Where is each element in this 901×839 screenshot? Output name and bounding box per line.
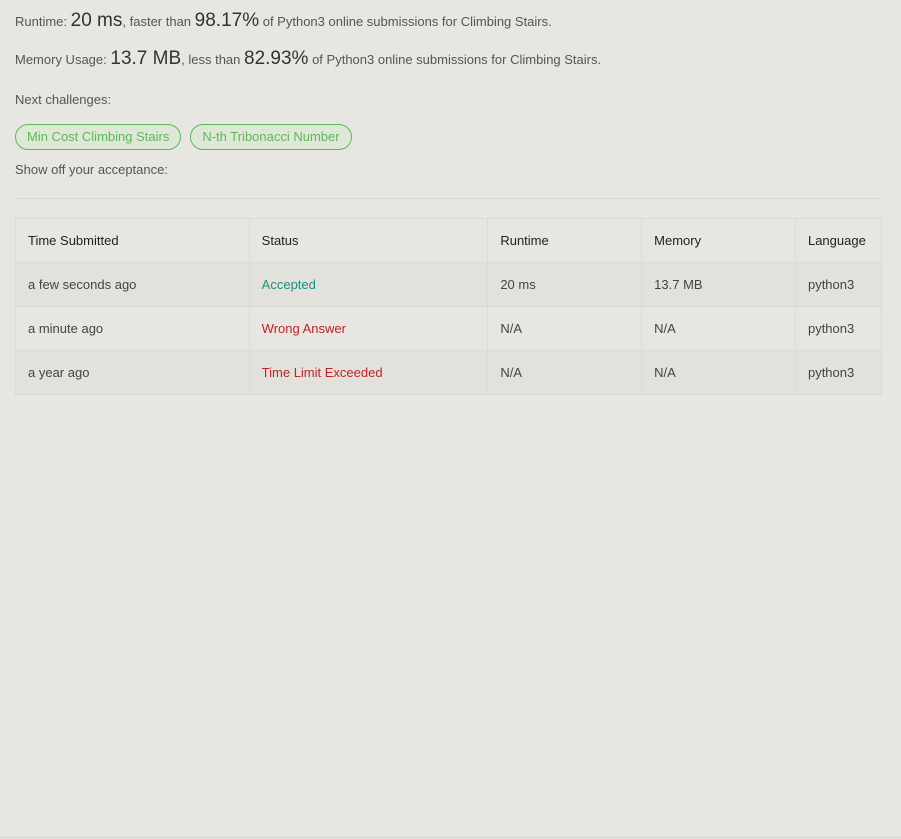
cell-language: python3 xyxy=(794,306,883,351)
cell-runtime: 20 ms xyxy=(487,262,643,307)
cell-time-submitted: a few seconds ago xyxy=(15,262,250,307)
show-off-label: Show off your acceptance: xyxy=(15,162,168,177)
memory-label: Memory Usage: xyxy=(15,52,111,67)
status-link-accepted[interactable]: Accepted xyxy=(262,277,316,292)
cell-runtime: N/A xyxy=(487,350,643,395)
memory-suffix: of Python3 online submissions for Climbi… xyxy=(308,52,602,67)
cell-language: python3 xyxy=(794,350,883,395)
runtime-value: 20 ms xyxy=(70,10,123,31)
column-header-runtime: Runtime xyxy=(487,218,643,263)
cell-memory: 13.7 MB xyxy=(641,262,796,307)
cell-language: python3 xyxy=(794,262,883,307)
cell-memory: N/A xyxy=(641,306,796,351)
cell-runtime: N/A xyxy=(487,306,643,351)
table-row: a year ago Time Limit Exceeded N/A N/A p… xyxy=(15,350,883,395)
cell-memory: N/A xyxy=(641,350,796,395)
status-link-time-limit-exceeded[interactable]: Time Limit Exceeded xyxy=(262,365,383,380)
cell-time-submitted: a minute ago xyxy=(15,306,250,351)
status-link-wrong-answer[interactable]: Wrong Answer xyxy=(262,321,346,336)
submissions-table: Time Submitted Status Runtime Memory Lan… xyxy=(15,218,883,395)
memory-summary: Memory Usage: 13.7 MB, less than 82.93% … xyxy=(15,48,602,69)
memory-percentile: 82.93% xyxy=(244,48,309,69)
cell-status: Time Limit Exceeded xyxy=(248,350,489,395)
cell-time-submitted: a year ago xyxy=(15,350,250,395)
memory-value: 13.7 MB xyxy=(110,48,182,69)
table-row: a minute ago Wrong Answer N/A N/A python… xyxy=(15,306,883,351)
runtime-suffix: of Python3 online submissions for Climbi… xyxy=(259,14,552,29)
page-bottom-border xyxy=(0,837,901,838)
memory-comparison-text: , less than xyxy=(181,52,245,67)
runtime-comparison-text: , faster than xyxy=(122,14,195,29)
next-challenges-list: Min Cost Climbing Stairs N-th Tribonacci… xyxy=(15,124,352,150)
next-challenges-label: Next challenges: xyxy=(15,92,112,107)
column-header-status: Status xyxy=(248,218,489,263)
table-row: a few seconds ago Accepted 20 ms 13.7 MB… xyxy=(15,262,883,307)
cell-status: Accepted xyxy=(248,262,489,307)
column-header-time-submitted: Time Submitted xyxy=(15,218,250,263)
runtime-label: Runtime: xyxy=(15,14,71,29)
runtime-percentile: 98.17% xyxy=(194,10,260,31)
challenge-chip-min-cost-climbing-stairs[interactable]: Min Cost Climbing Stairs xyxy=(15,124,182,150)
challenge-chip-nth-tribonacci-number[interactable]: N-th Tribonacci Number xyxy=(190,124,352,150)
runtime-summary: Runtime: 20 ms, faster than 98.17% of Py… xyxy=(15,10,552,31)
column-header-memory: Memory xyxy=(641,218,796,263)
section-divider xyxy=(15,198,882,199)
cell-status: Wrong Answer xyxy=(248,306,489,351)
table-header-row: Time Submitted Status Runtime Memory Lan… xyxy=(15,218,883,263)
column-header-language: Language xyxy=(794,218,883,263)
